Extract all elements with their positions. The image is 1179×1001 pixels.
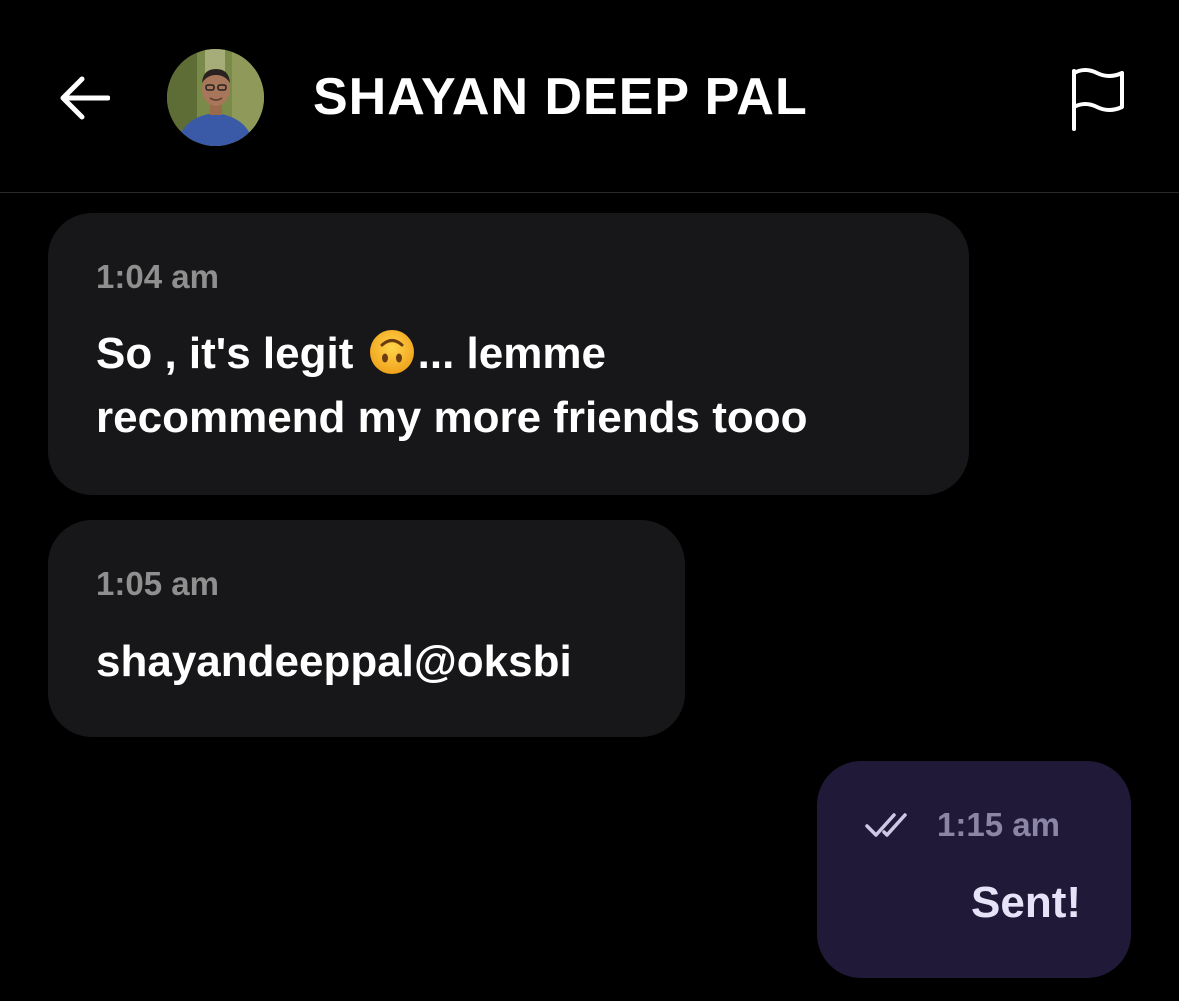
avatar[interactable] (167, 49, 264, 146)
message-timestamp: 1:04 am (96, 258, 219, 295)
double-check-icon (865, 813, 907, 837)
message-timestamp: 1:05 am (96, 565, 219, 602)
back-button[interactable] (52, 68, 116, 128)
message-bubble-incoming[interactable]: 1:04 am So , it's legit ... lemme recomm… (48, 213, 969, 495)
chat-header: SHAYAN DEEP PAL (0, 0, 1179, 193)
message-bubble-outgoing[interactable]: 1:15 am Sent! (817, 761, 1131, 978)
message-bubble-incoming[interactable]: 1:05 am shayandeeppal@oksbi (48, 520, 685, 737)
message-line-1: So , it's legit ... lemme (96, 322, 807, 386)
arrow-left-icon (60, 76, 110, 120)
message-text: shayandeeppal@oksbi (96, 637, 572, 686)
message-line-2: recommend my more friends tooo (96, 393, 808, 442)
message-text: Sent! (971, 878, 1081, 927)
report-button[interactable] (1062, 62, 1132, 134)
message-text-part: ... lemme (417, 329, 606, 378)
flag-icon (1072, 68, 1124, 131)
upside-down-face-icon (369, 330, 414, 374)
contact-name: SHAYAN DEEP PAL (313, 68, 808, 126)
message-text-part: So , it's legit (96, 329, 354, 378)
message-timestamp: 1:15 am (937, 806, 1060, 843)
message-text: So , it's legit ... lemme recommend my m… (96, 322, 807, 450)
